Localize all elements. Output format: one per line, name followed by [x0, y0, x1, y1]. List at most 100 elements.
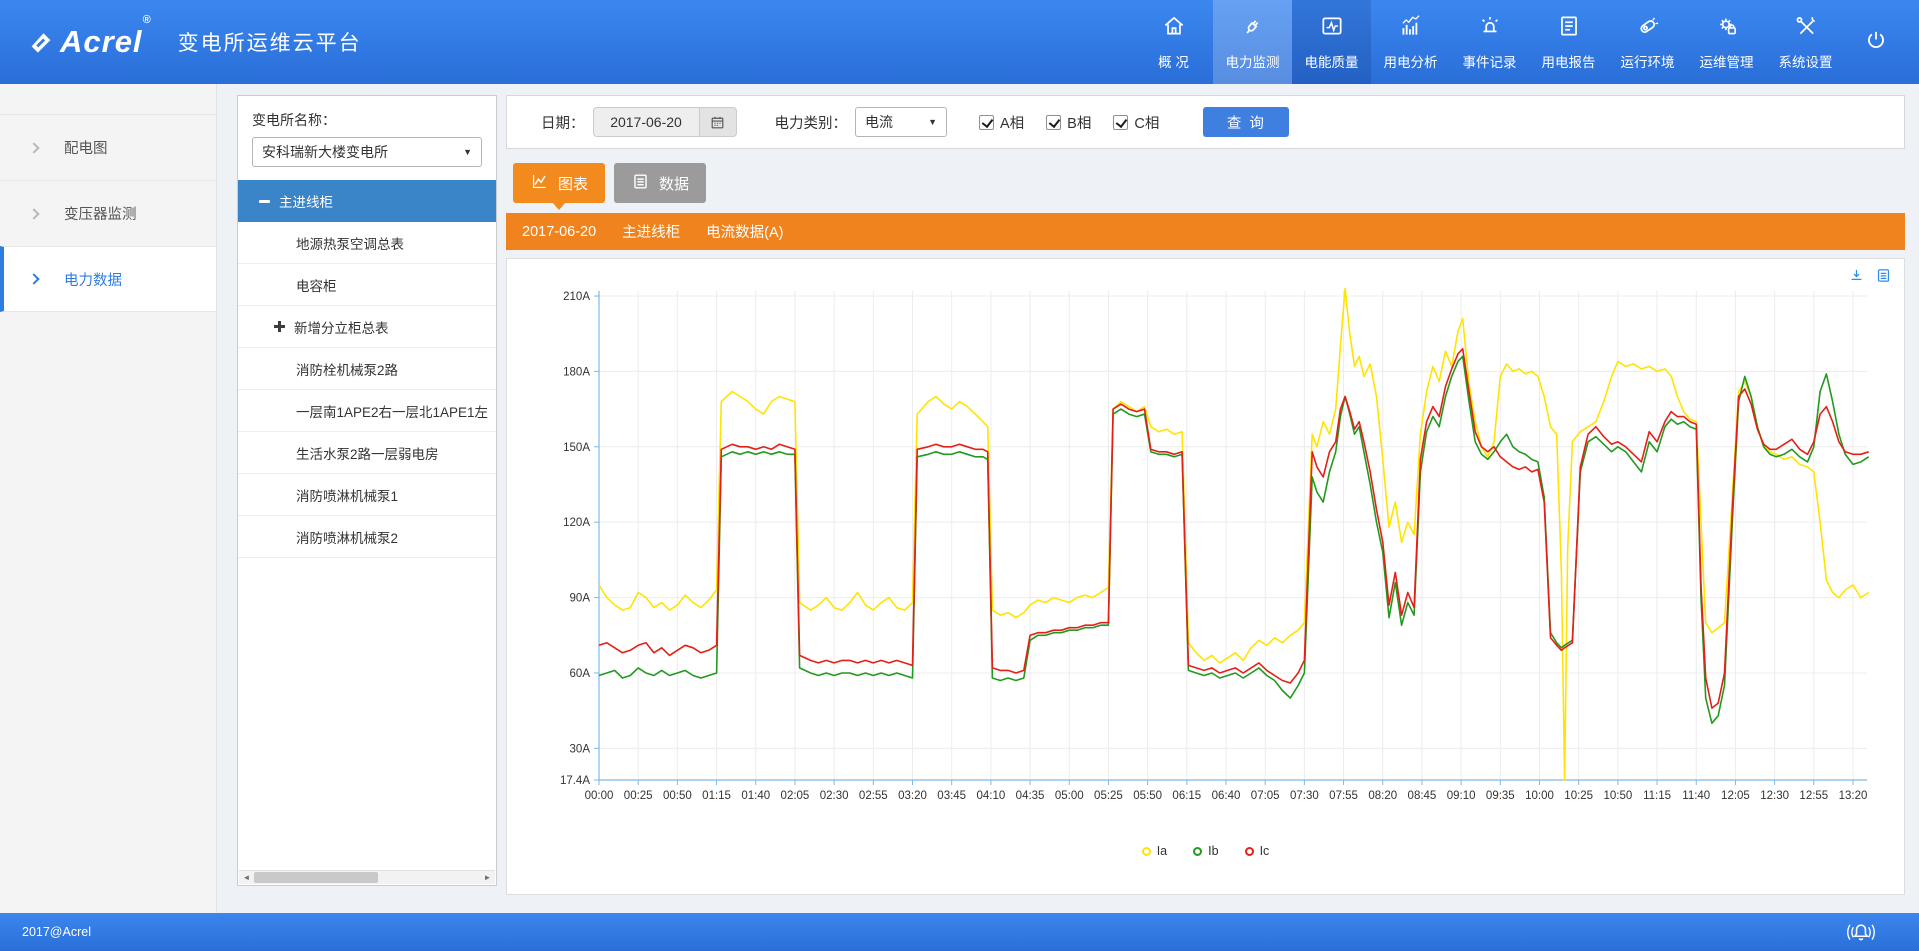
- tab-label: 数据: [659, 173, 689, 194]
- chart-tab-icon: [530, 172, 549, 195]
- svg-text:05:25: 05:25: [1094, 790, 1123, 802]
- scroll-left-arrow-icon[interactable]: ◄: [239, 871, 254, 884]
- checkbox-icon[interactable]: [1113, 115, 1128, 130]
- nav-item-environment[interactable]: 运行环境: [1608, 0, 1687, 84]
- tree-item[interactable]: 地源热泵空调总表: [238, 222, 496, 264]
- plug-icon: [1240, 13, 1266, 44]
- tree-horizontal-scrollbar[interactable]: ◄ ►: [239, 870, 495, 884]
- tree-item[interactable]: 生活水泵2路一层弱电房: [238, 432, 496, 474]
- svg-text:10:00: 10:00: [1525, 790, 1554, 802]
- tree-item[interactable]: 电容柜: [238, 264, 496, 306]
- tree-item[interactable]: 消防喷淋机械泵2: [238, 516, 496, 558]
- legend-marker-icon: [1142, 847, 1151, 856]
- checkbox-icon[interactable]: [1046, 115, 1061, 130]
- scroll-right-arrow-icon[interactable]: ►: [480, 871, 495, 884]
- view-tabs: 图表 数据: [513, 163, 706, 203]
- registered-mark: ®: [143, 14, 152, 26]
- tab-data[interactable]: 数据: [614, 163, 706, 203]
- tree-item-label: 消防喷淋机械泵2: [296, 527, 398, 547]
- checkbox-icon[interactable]: [979, 115, 994, 130]
- ops-gear-icon: [1714, 13, 1740, 44]
- svg-text:90A: 90A: [570, 593, 591, 605]
- nav-item-home[interactable]: 概 况: [1134, 0, 1213, 84]
- date-input[interactable]: 2017-06-20: [593, 107, 699, 137]
- expand-plus-icon[interactable]: [274, 321, 285, 332]
- tab-label: 图表: [558, 173, 588, 194]
- phase-checkbox-A相[interactable]: A相: [979, 112, 1024, 133]
- svg-text:07:30: 07:30: [1290, 790, 1319, 802]
- tree-item[interactable]: 消防栓机械泵2路: [238, 348, 496, 390]
- svg-text:07:05: 07:05: [1251, 790, 1280, 802]
- nav-item-tools[interactable]: 系统设置: [1766, 0, 1845, 84]
- sidebar-item[interactable]: 电力数据: [0, 246, 216, 312]
- tree-item-label: 生活水泵2路一层弱电房: [296, 443, 439, 463]
- data-view-icon[interactable]: [1875, 267, 1892, 284]
- tab-chart[interactable]: 图表: [513, 163, 605, 203]
- chevron-right-icon: [28, 273, 39, 284]
- tree-item[interactable]: 主进线柜: [238, 180, 496, 222]
- alarm-bell-icon[interactable]: [1843, 919, 1879, 945]
- svg-text:13:20: 13:20: [1839, 790, 1868, 802]
- svg-text:60A: 60A: [570, 668, 591, 680]
- nav-label: 用电分析: [1384, 51, 1438, 71]
- result-title-bar: 2017-06-20 主进线柜 电流数据(A): [506, 213, 1905, 250]
- calendar-button[interactable]: [699, 107, 737, 137]
- svg-text:05:50: 05:50: [1133, 790, 1162, 802]
- result-device: 主进线柜: [622, 221, 680, 242]
- page: Acrel® 变电所运维云平台 概 况电力监测电能质量用电分析 事件记录 用电报告 运…: [0, 0, 1919, 951]
- nav-item-bar-chart[interactable]: 用电分析: [1371, 0, 1450, 84]
- station-select[interactable]: 安科瑞新大楼变电所 ▼: [252, 137, 482, 167]
- power-type-select[interactable]: 电流 ▼: [855, 107, 947, 137]
- collapse-minus-icon[interactable]: [259, 200, 270, 203]
- tree-item-label: 消防栓机械泵2路: [296, 359, 398, 379]
- brand[interactable]: Acrel® 变电所运维云平台: [0, 0, 362, 84]
- nav-item-pulse-box[interactable]: 电能质量: [1292, 0, 1371, 84]
- scrollbar-track[interactable]: [254, 871, 480, 884]
- phase-checkbox-C相[interactable]: C相: [1113, 112, 1159, 133]
- legend-item-Ib[interactable]: Ib: [1193, 844, 1218, 858]
- svg-text:150A: 150A: [563, 442, 590, 454]
- legend-item-Ia[interactable]: Ia: [1142, 844, 1167, 858]
- logout-power-button[interactable]: [1845, 0, 1907, 84]
- legend-label: Ic: [1260, 844, 1270, 858]
- chart-card: 17.4A30A60A90A120A150A180A210A00:0000:25…: [506, 258, 1905, 895]
- sidebar-item-label: 配电图: [64, 137, 108, 158]
- tree-item-label: 一层南1APE2右一层北1APE1左: [296, 401, 488, 421]
- nav-label: 事件记录: [1463, 51, 1517, 71]
- chevron-right-icon: [28, 208, 39, 219]
- svg-text:00:25: 00:25: [624, 790, 653, 802]
- legend-item-Ic[interactable]: Ic: [1245, 844, 1270, 858]
- tree-item[interactable]: 消防喷淋机械泵1: [238, 474, 496, 516]
- report-icon: [1556, 13, 1582, 44]
- svg-text:05:00: 05:00: [1055, 790, 1084, 802]
- nav-item-plug[interactable]: 电力监测: [1213, 0, 1292, 84]
- bar-chart-icon: [1398, 13, 1424, 44]
- query-button[interactable]: 查 询: [1203, 107, 1289, 137]
- download-icon[interactable]: [1848, 267, 1865, 284]
- svg-text:17.4A: 17.4A: [560, 775, 590, 787]
- svg-text:04:35: 04:35: [1016, 790, 1045, 802]
- chart-toolbox: [1848, 267, 1892, 284]
- phase-label: A相: [1000, 112, 1024, 133]
- station-panel: 变电所名称： 安科瑞新大楼变电所 ▼ 主进线柜地源热泵空调总表电容柜新增分立柜总…: [237, 95, 497, 886]
- nav-label: 用电报告: [1542, 51, 1596, 71]
- svg-text:180A: 180A: [563, 366, 590, 378]
- tools-icon: [1793, 13, 1819, 44]
- app-title: 变电所运维云平台: [178, 27, 362, 57]
- chart-legend: Ia Ib Ic: [507, 844, 1904, 858]
- tree-item[interactable]: 新增分立柜总表: [238, 306, 496, 348]
- nav-label: 运行环境: [1621, 51, 1675, 71]
- nav-item-report[interactable]: 用电报告: [1529, 0, 1608, 84]
- nav-item-ops-gear[interactable]: 运维管理: [1687, 0, 1766, 84]
- logo-text: Acrel®: [60, 24, 152, 60]
- tree-item[interactable]: 一层南1APE2右一层北1APE1左: [238, 390, 496, 432]
- scrollbar-thumb[interactable]: [254, 872, 378, 883]
- legend-marker-icon: [1245, 847, 1254, 856]
- phase-checkbox-B相[interactable]: B相: [1046, 112, 1091, 133]
- home-icon: [1161, 13, 1187, 44]
- svg-text:03:20: 03:20: [898, 790, 927, 802]
- nav-item-alarm[interactable]: 事件记录: [1450, 0, 1529, 84]
- sidebar-item[interactable]: 配电图: [0, 114, 216, 180]
- nav-label: 系统设置: [1779, 51, 1833, 71]
- sidebar-item[interactable]: 变压器监测: [0, 180, 216, 246]
